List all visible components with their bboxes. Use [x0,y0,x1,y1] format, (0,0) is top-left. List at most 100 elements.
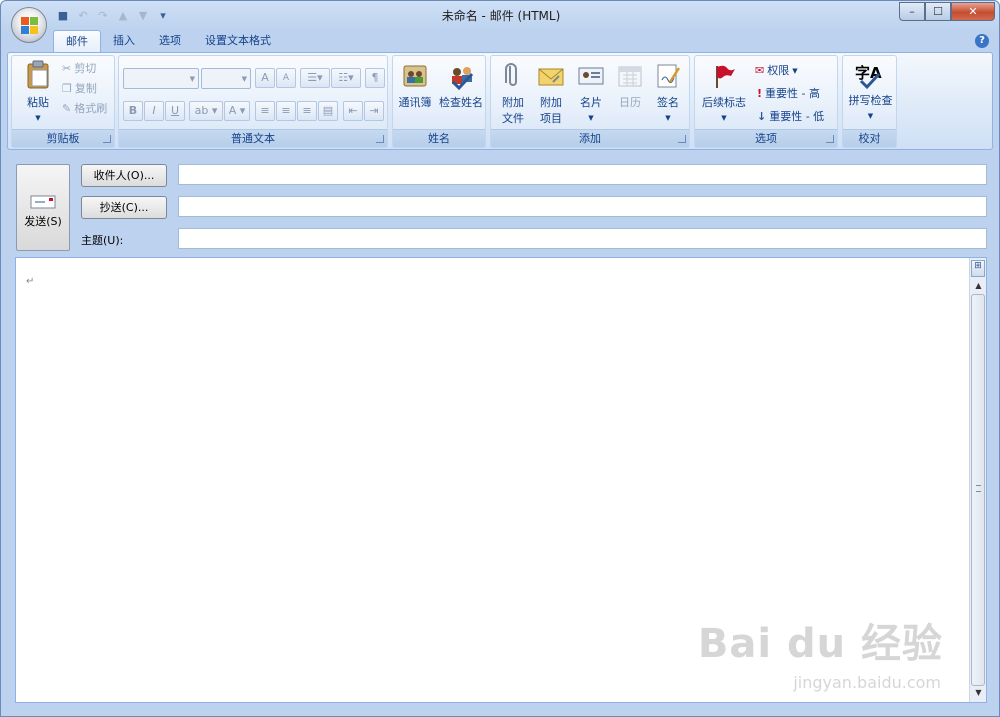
office-logo-icon [21,17,39,35]
align-center-button[interactable]: ≡ [276,101,296,121]
decrease-indent-button[interactable]: ⇤ [343,101,363,121]
undo-icon[interactable]: ↶ [75,8,91,24]
close-button[interactable]: ✕ [951,2,995,21]
copy-icon: ❐ [62,82,72,95]
office-button[interactable] [11,7,47,43]
permission-button[interactable]: ✉ 权限 ▼ [755,62,798,80]
attach-item-label-line2: 项目 [540,112,562,125]
subject-label: 主题(U): [81,234,124,247]
window-controls: – ☐ ✕ [899,2,995,21]
dialog-launcher-icon[interactable] [103,135,111,143]
to-button[interactable]: 收件人(O)... [81,164,167,187]
dialog-launcher-icon[interactable] [376,135,384,143]
justify-button[interactable]: ▤ [318,101,338,121]
send-envelope-icon [30,195,56,209]
bold-icon: B [128,104,138,117]
group-options: 后续标志 ▼ ✉ 权限 ▼ ! 重要性 - 高 ↓ 重要性 - 低 选项 [694,55,838,148]
importance-low-button[interactable]: ↓ 重要性 - 低 [757,108,824,126]
paste-dropdown-icon: ▼ [35,114,41,122]
cc-field[interactable] [178,196,987,217]
format-painter-button[interactable]: ✎ 格式刷 [62,100,107,118]
permission-label: 权限 [767,64,790,77]
shrink-font-button[interactable]: A [276,68,296,88]
save-icon[interactable]: ■ [55,8,71,24]
dialog-launcher-icon[interactable] [826,135,834,143]
vertical-scrollbar[interactable]: ⊞ ▲ ▼ [969,258,986,702]
signature-button[interactable]: 签名 ▼ [649,62,687,123]
grow-font-button[interactable]: A [255,68,275,88]
tab-format-text[interactable]: 设置文本格式 [193,30,283,53]
tab-message[interactable]: 邮件 [53,30,101,53]
bold-button[interactable]: B [123,101,143,121]
cc-button[interactable]: 抄送(C)... [81,196,167,219]
scrollbar-thumb[interactable] [971,294,985,686]
importance-low-label: 重要性 - 低 [769,110,825,123]
baidu-watermark-url: jingyan.baidu.com [793,673,941,692]
align-left-icon: ≡ [260,104,270,117]
check-names-icon [451,67,474,90]
font-size-combo[interactable]: ▼ [201,68,251,89]
help-icon[interactable]: ? [975,34,989,48]
permission-icon: ✉ [755,64,765,77]
previous-item-icon[interactable]: ▲ [115,8,131,24]
to-field[interactable] [178,164,987,185]
flag-icon [716,65,735,88]
calendar-button[interactable]: 日历 [611,62,649,110]
styles-button[interactable]: ¶ [365,68,385,88]
align-left-button[interactable]: ≡ [255,101,275,121]
group-proofing: 字A 拼写检查 ▼ 校对 [842,55,897,148]
increase-indent-button[interactable]: ⇥ [364,101,384,121]
business-card-icon [578,67,604,85]
group-label-basic-text: 普通文本 [119,129,387,147]
scroll-up-icon[interactable]: ▲ [972,281,985,293]
spelling-icon: 字A [845,60,896,92]
business-card-button[interactable]: 名片 ▼ [571,62,611,123]
business-card-label: 名片 [580,96,602,109]
font-color-button[interactable]: A ▾ [224,101,250,121]
address-book-label: 通讯簿 [398,96,432,109]
bullets-button[interactable]: ☰▾ [300,68,330,88]
spelling-button[interactable]: 字A 拼写检查 ▼ [845,60,896,121]
next-item-icon[interactable]: ▼ [135,8,151,24]
redo-icon[interactable]: ↷ [95,8,111,24]
message-header: 发送(S) 收件人(O)... 抄送(C)... 主题(U): [7,154,993,254]
copy-button[interactable]: ❐ 复制 [62,80,97,98]
importance-high-button[interactable]: ! 重要性 - 高 [757,85,820,103]
scroll-down-icon[interactable]: ▼ [972,688,985,700]
send-button[interactable]: 发送(S) [16,164,70,251]
check-names-button[interactable]: 检查姓名 [437,62,485,110]
tab-options[interactable]: 选项 [147,30,193,53]
customize-qat-icon[interactable]: ▾ [155,8,171,24]
address-book-icon [403,65,427,87]
align-right-button[interactable]: ≡ [297,101,317,121]
baidu-watermark: Bai du 经验 [697,621,943,667]
highlight-icon: ab [194,104,209,117]
highlight-button[interactable]: ab ▾ [189,101,223,121]
dialog-launcher-icon[interactable] [678,135,686,143]
font-name-combo[interactable]: ▼ [123,68,199,89]
ruler-toggle-icon[interactable]: ⊞ [971,260,985,277]
signature-icon [657,64,681,88]
tab-insert[interactable]: 插入 [101,30,147,53]
paragraph-mark: ↵ [26,276,35,287]
underline-button[interactable]: U [165,101,185,121]
outlook-compose-window: 未命名 - 邮件 (HTML) ■ ↶ ↷ ▲ ▼ ▾ – ☐ ✕ 邮件 插入 … [0,0,1000,717]
attach-file-button[interactable]: 附加 文件 [493,62,533,126]
styles-icon: ¶ [371,71,379,84]
shrink-font-icon: A [282,73,290,83]
cut-button[interactable]: ✂ 剪切 [62,60,96,78]
numbering-button[interactable]: ☷▾ [331,68,361,88]
maximize-button[interactable]: ☐ [925,2,951,21]
follow-up-button[interactable]: 后续标志 ▼ [697,62,751,123]
address-book-button[interactable]: 通讯簿 [395,62,435,110]
attach-item-button[interactable]: 附加 项目 [531,62,571,126]
paste-button[interactable]: 粘贴 ▼ [18,60,58,123]
paste-label: 粘贴 [27,96,49,109]
calendar-label: 日历 [619,96,641,109]
underline-icon: U [170,104,180,117]
check-names-label: 检查姓名 [439,96,483,109]
italic-button[interactable]: I [144,101,164,121]
subject-field[interactable] [178,228,987,249]
minimize-button[interactable]: – [899,2,925,21]
attach-item-label-line1: 附加 [540,96,562,109]
